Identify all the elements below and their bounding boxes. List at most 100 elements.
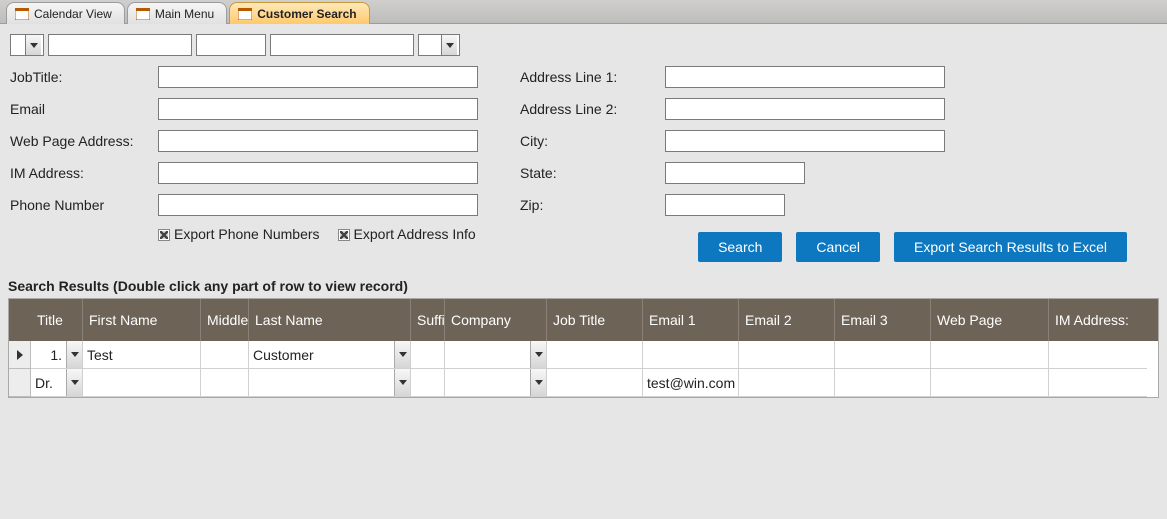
city-label: City: (520, 133, 665, 149)
quick-search-row (10, 34, 1157, 56)
addr2-input[interactable] (665, 98, 945, 120)
tab-label: Customer Search (257, 7, 356, 21)
email-input[interactable] (158, 98, 478, 120)
cell-email2[interactable] (739, 369, 835, 397)
cell-first[interactable] (83, 369, 201, 397)
cell-last[interactable] (249, 369, 411, 397)
col-email3[interactable]: Email 3 (835, 299, 931, 341)
results-heading: Search Results (Double click any part of… (0, 276, 1167, 298)
grid-header-row: Title First Name Middle Last Name Suffix… (9, 299, 1158, 341)
col-email1[interactable]: Email 1 (643, 299, 739, 341)
state-input[interactable] (665, 162, 805, 184)
col-email2[interactable]: Email 2 (739, 299, 835, 341)
last-name-input[interactable] (270, 34, 414, 56)
cell-suffix[interactable] (411, 369, 445, 397)
zip-label: Zip: (520, 197, 665, 213)
cell-first[interactable]: Test (83, 341, 201, 369)
cell-last-value (249, 369, 394, 396)
addr1-label: Address Line 1: (520, 69, 665, 85)
row-selector[interactable] (9, 369, 31, 397)
cell-im[interactable] (1049, 369, 1147, 397)
chevron-down-icon[interactable] (394, 369, 410, 396)
col-jobtitle[interactable]: Job Title (547, 299, 643, 341)
cell-title-value: 1. (31, 341, 66, 368)
row-selector[interactable] (9, 341, 31, 369)
tab-bar: Calendar View Main Menu Customer Search (0, 0, 1167, 24)
export-button[interactable]: Export Search Results to Excel (894, 232, 1127, 262)
cell-email3[interactable] (835, 341, 931, 369)
col-last[interactable]: Last Name (249, 299, 411, 341)
tab-customer-search[interactable]: Customer Search (229, 2, 369, 24)
cell-im[interactable] (1049, 341, 1147, 369)
chevron-down-icon[interactable] (66, 341, 82, 368)
table-row[interactable]: Dr. test@win.com (9, 369, 1158, 397)
col-im[interactable]: IM Address: (1049, 299, 1147, 341)
suffix-combo[interactable] (418, 34, 460, 56)
cell-title[interactable]: Dr. (31, 369, 83, 397)
cell-last[interactable]: Customer (249, 341, 411, 369)
export-phone-label: Export Phone Numbers (174, 226, 320, 242)
cell-title-value: Dr. (31, 369, 66, 396)
suffix-combo-input[interactable] (419, 35, 441, 55)
table-row[interactable]: 1. Test Customer (9, 341, 1158, 369)
tab-label: Calendar View (34, 7, 112, 21)
tab-calendar-view[interactable]: Calendar View (6, 2, 125, 24)
search-button[interactable]: Search (698, 232, 782, 262)
title-combo-input[interactable] (11, 35, 25, 55)
export-address-checkbox[interactable]: Export Address Info (338, 226, 476, 242)
im-input[interactable] (158, 162, 478, 184)
cell-middle[interactable] (201, 341, 249, 369)
title-combo[interactable] (10, 34, 44, 56)
cell-email2[interactable] (739, 341, 835, 369)
chevron-down-icon[interactable] (66, 369, 82, 396)
webpage-input[interactable] (158, 130, 478, 152)
col-middle[interactable]: Middle (201, 299, 249, 341)
jobtitle-input[interactable] (158, 66, 478, 88)
cell-jobtitle[interactable] (547, 369, 643, 397)
tab-main-menu[interactable]: Main Menu (127, 2, 227, 24)
cell-email3[interactable] (835, 369, 931, 397)
im-label: IM Address: (10, 165, 158, 181)
chevron-down-icon[interactable] (25, 35, 41, 55)
cell-suffix[interactable] (411, 341, 445, 369)
cell-jobtitle[interactable] (547, 341, 643, 369)
checkbox-icon (158, 229, 170, 241)
middle-name-input[interactable] (196, 34, 266, 56)
export-phone-checkbox[interactable]: Export Phone Numbers (158, 226, 320, 242)
jobtitle-label: JobTitle: (10, 69, 158, 85)
chevron-down-icon[interactable] (530, 341, 546, 368)
form-icon (238, 8, 252, 20)
cell-title[interactable]: 1. (31, 341, 83, 369)
col-first[interactable]: First Name (83, 299, 201, 341)
cell-company-value (445, 369, 530, 396)
cell-last-value: Customer (249, 341, 394, 368)
cell-webpage[interactable] (931, 369, 1049, 397)
col-suffix[interactable]: Suffix (411, 299, 445, 341)
col-company[interactable]: Company (445, 299, 547, 341)
tab-label: Main Menu (155, 7, 214, 21)
cell-email1[interactable]: test@win.com (643, 369, 739, 397)
cell-email1[interactable] (643, 341, 739, 369)
export-addr-label: Export Address Info (354, 226, 476, 242)
cancel-button[interactable]: Cancel (796, 232, 880, 262)
checkbox-icon (338, 229, 350, 241)
col-title[interactable]: Title (31, 299, 83, 341)
col-webpage[interactable]: Web Page (931, 299, 1049, 341)
cell-middle[interactable] (201, 369, 249, 397)
chevron-down-icon[interactable] (530, 369, 546, 396)
city-input[interactable] (665, 130, 945, 152)
cell-company[interactable] (445, 369, 547, 397)
chevron-down-icon[interactable] (441, 35, 457, 55)
cell-company-value (445, 341, 530, 368)
cell-company[interactable] (445, 341, 547, 369)
form-icon (136, 8, 150, 20)
phone-input[interactable] (158, 194, 478, 216)
zip-input[interactable] (665, 194, 785, 216)
search-form: JobTitle: Email Web Page Address: IM Add… (0, 24, 1167, 276)
addr2-label: Address Line 2: (520, 101, 665, 117)
results-grid: Title First Name Middle Last Name Suffix… (8, 298, 1159, 398)
chevron-down-icon[interactable] (394, 341, 410, 368)
addr1-input[interactable] (665, 66, 945, 88)
cell-webpage[interactable] (931, 341, 1049, 369)
first-name-input[interactable] (48, 34, 192, 56)
